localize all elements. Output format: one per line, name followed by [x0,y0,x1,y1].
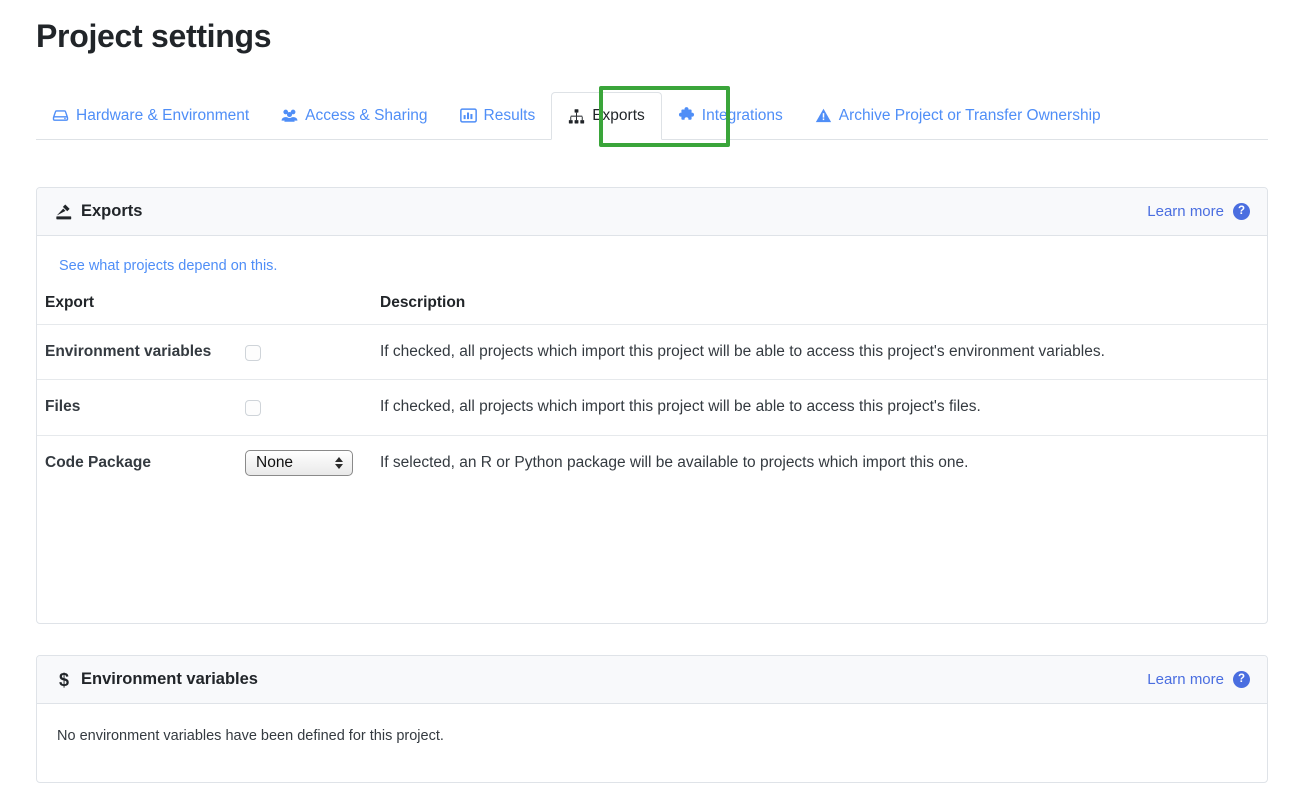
code-package-selected-value: None [256,454,294,472]
export-control-cell [237,324,372,381]
environment-variables-card: $ Environment variables Learn more ? No … [36,655,1268,783]
tab-archive-project-or-transfer-ownership[interactable]: Archive Project or Transfer Ownership [799,92,1117,139]
exports-card-body: See what projects depend on this. Export… [37,236,1267,492]
tab-label: Access & Sharing [305,106,428,124]
sitemap-icon [568,108,585,125]
warning-triangle-icon [815,107,832,124]
files-checkbox[interactable] [245,400,261,417]
export-control-cell [237,379,372,436]
exports-card-title: Exports [55,202,142,221]
question-circle-icon[interactable]: ? [1233,203,1250,220]
export-description: If checked, all projects which import th… [372,379,1267,436]
hard-drive-icon [52,107,69,124]
see-dependencies-link[interactable]: See what projects depend on this. [37,236,1267,274]
environment-variables-card-body: No environment variables have been defin… [37,704,1267,744]
table-row: Code Package None If selected, an R or P… [37,435,1267,492]
tab-label: Archive Project or Transfer Ownership [838,106,1101,124]
project-settings-page: Project settings Hardware & Environment [0,0,1304,806]
table-row: Environment variables If checked, all pr… [37,324,1267,381]
table-row: Files If checked, all projects which imp… [37,379,1267,436]
tab-label: Exports [592,107,645,125]
puzzle-piece-icon [678,107,695,124]
settings-tab-bar: Hardware & Environment Access & Sharing [36,92,1268,140]
environment-variables-checkbox[interactable] [245,344,261,361]
tab-results[interactable]: Results [444,92,552,139]
export-description: If selected, an R or Python package will… [380,453,969,471]
export-upload-icon [55,203,73,221]
environment-variables-empty-message: No environment variables have been defin… [57,728,444,744]
tab-access-sharing[interactable]: Access & Sharing [265,92,443,139]
users-icon [281,107,298,124]
code-package-select[interactable]: None [245,449,353,476]
export-name-code-package: Code Package [45,453,151,471]
exports-table: Export Description Environment variables… [37,288,1267,492]
export-control-cell: None [237,435,372,492]
tab-exports[interactable]: Exports [551,92,662,140]
exports-card: Exports Learn more ? See what projects d… [36,187,1268,624]
environment-variables-card-header: $ Environment variables Learn more ? [37,656,1267,704]
tab-label: Results [483,106,536,124]
table-header-row: Export Description [37,288,1267,325]
environment-variables-card-title-text: Environment variables [81,670,258,688]
environment-variables-card-title: $ Environment variables [55,670,258,689]
tab-label: Integrations [701,106,783,124]
column-header-export: Export [37,288,372,325]
export-name-environment-variables: Environment variables [37,324,237,381]
question-circle-icon[interactable]: ? [1233,671,1250,688]
tab-integrations[interactable]: Integrations [662,92,799,139]
bar-chart-icon [459,107,477,124]
dollar-sign-icon: $ [58,669,69,690]
environment-variables-learn-more-link[interactable]: Learn more ? [1147,671,1250,688]
exports-card-header: Exports Learn more ? [37,188,1267,236]
column-header-description: Description [372,288,1267,325]
learn-more-label: Learn more [1147,671,1224,688]
export-description: If checked, all projects which import th… [372,324,1267,381]
export-name-files: Files [37,379,237,436]
exports-card-title-text: Exports [81,202,143,220]
exports-learn-more-link[interactable]: Learn more ? [1147,203,1250,220]
updown-arrows-icon [335,456,343,469]
learn-more-label: Learn more [1147,203,1224,220]
tab-hardware-environment[interactable]: Hardware & Environment [36,92,265,139]
tab-label: Hardware & Environment [76,106,250,124]
page-title: Project settings [36,18,272,54]
